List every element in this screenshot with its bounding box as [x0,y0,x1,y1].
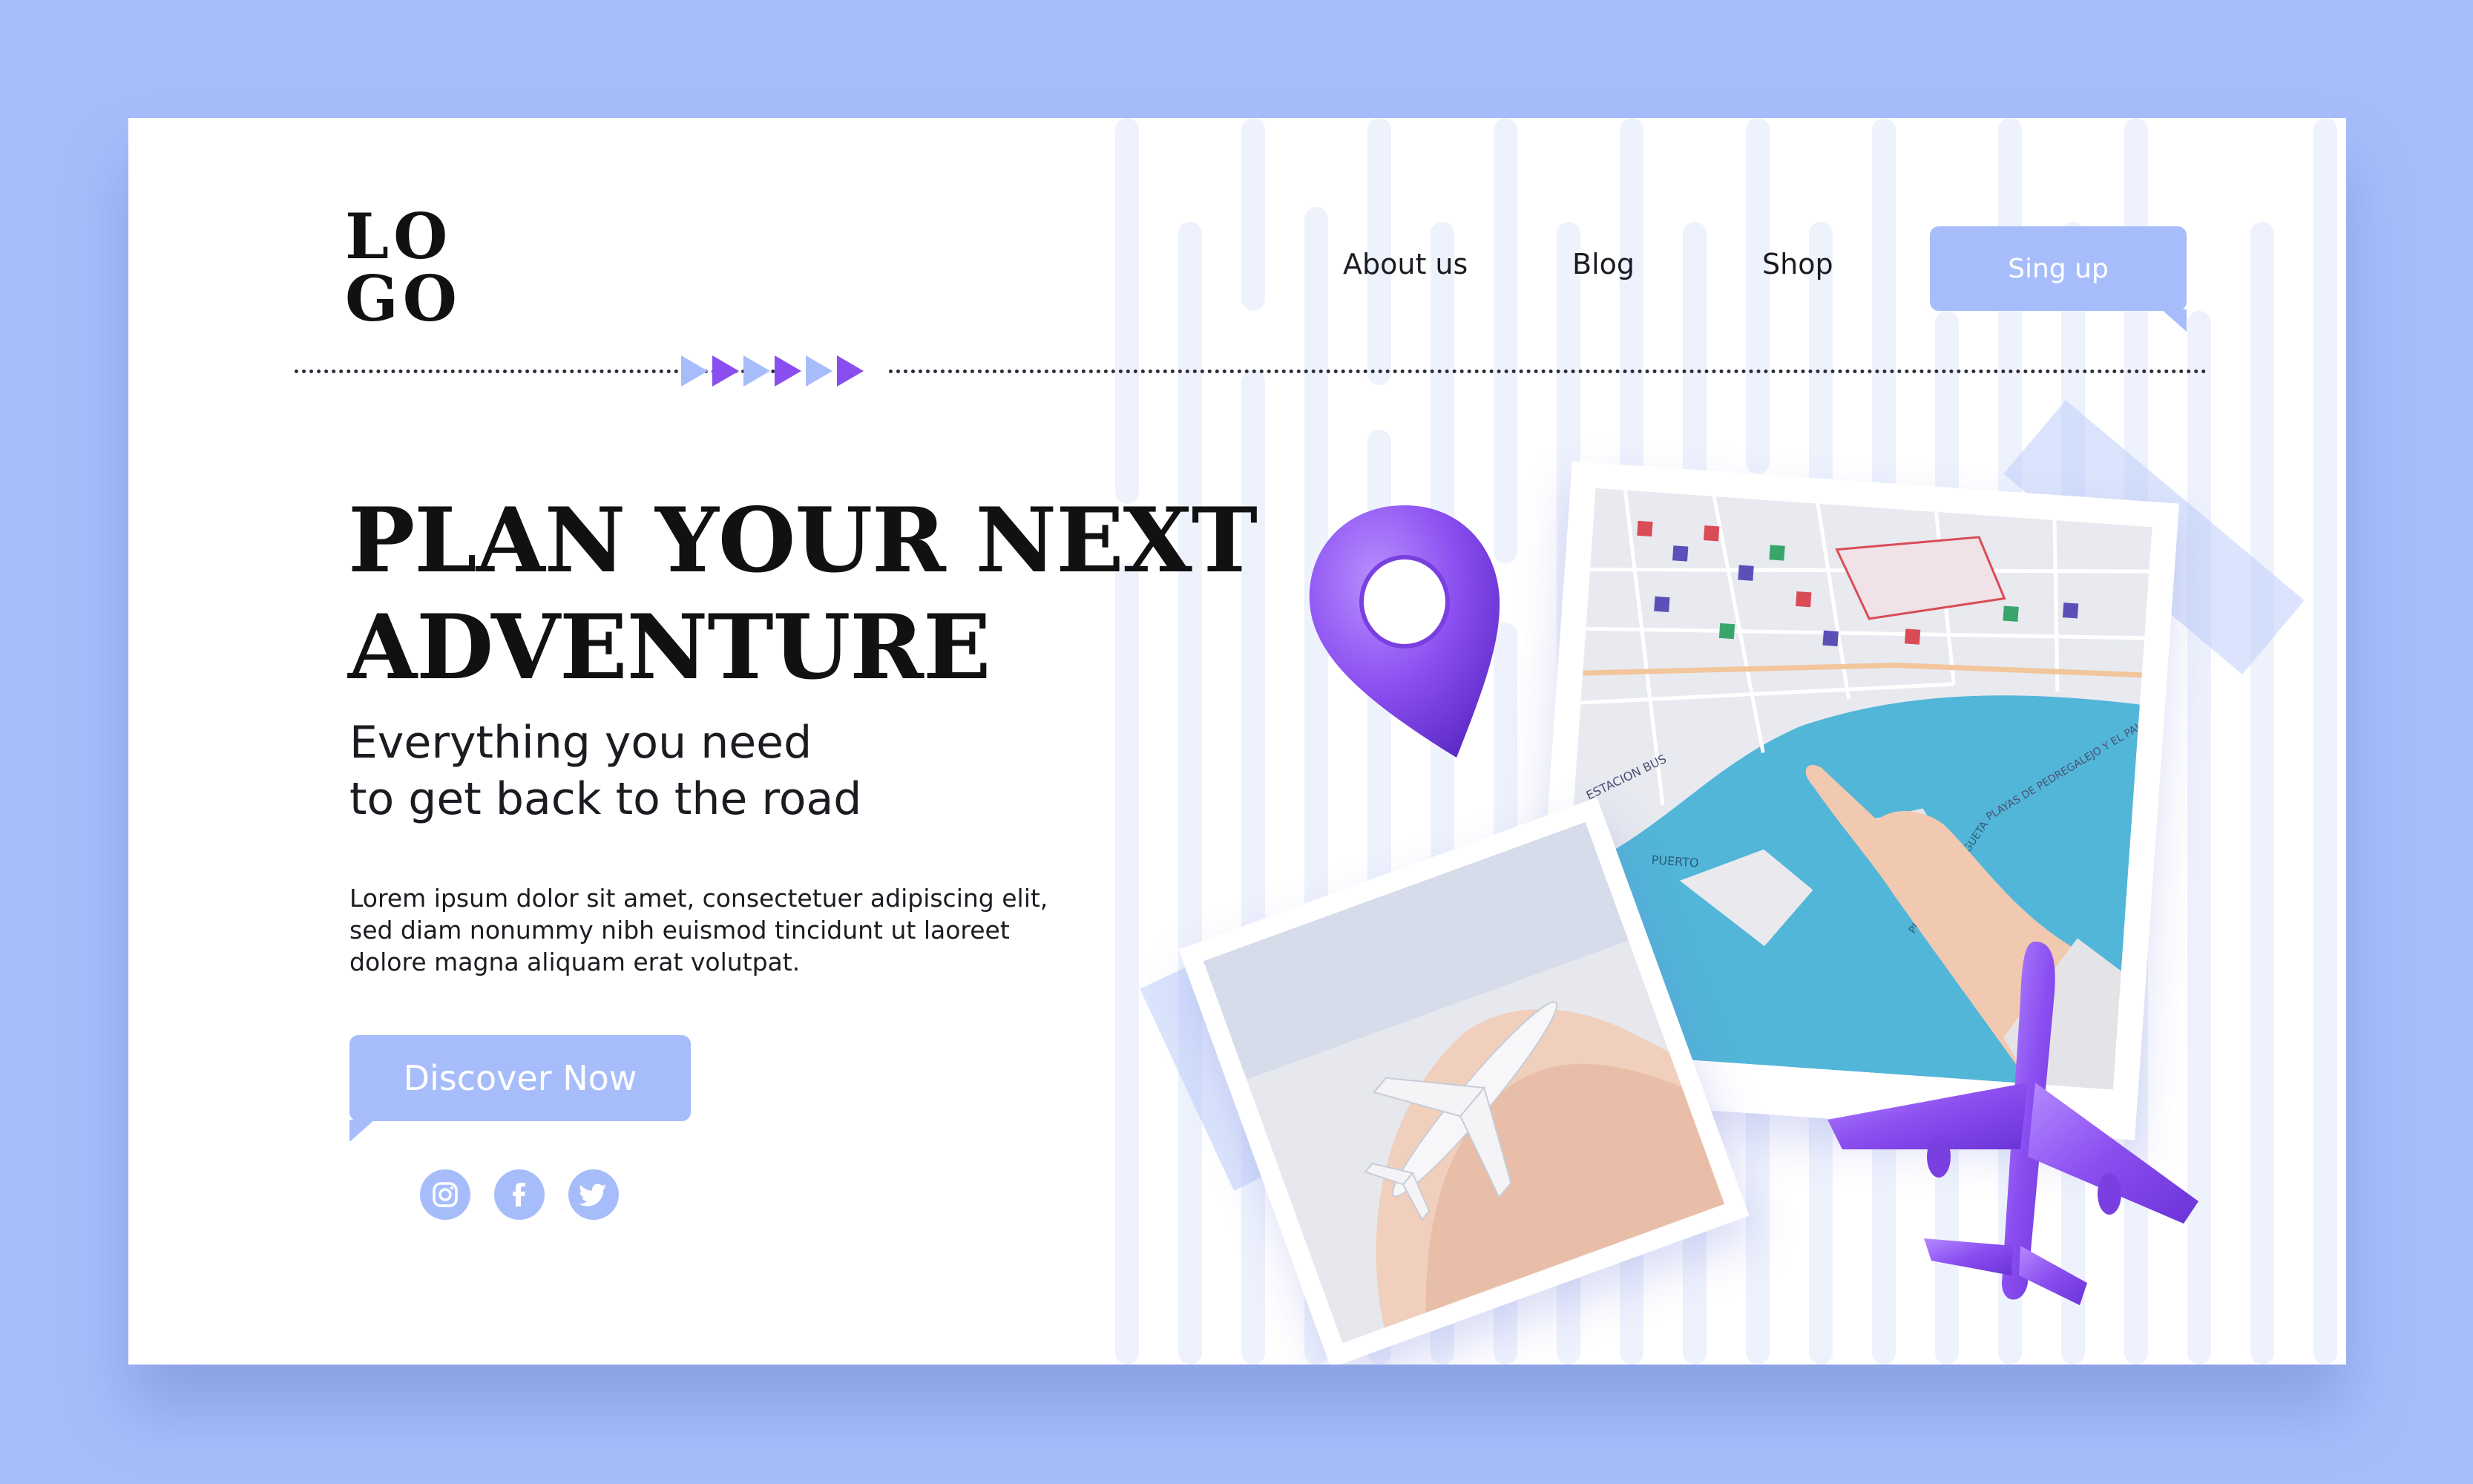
arrows-decoration [681,355,864,387]
location-pin-icon [1309,505,1500,758]
logo-line-2: GO [345,262,462,335]
hero-description: Lorem ipsum dolor sit amet, consectetuer… [349,882,1129,978]
nav-blog[interactable]: Blog [1572,248,1635,280]
nav-about-us[interactable]: About us [1343,248,1468,280]
headline-line-2: ADVENTURE [348,595,991,700]
nav-shop[interactable]: Shop [1762,248,1833,280]
landing-card: LO GO About us Blog Shop Sing up PLAN YO… [128,118,2346,1365]
subheading-line-2: to get back to the road [349,773,862,825]
logo[interactable]: LO GO [345,206,471,330]
twitter-icon[interactable] [568,1169,619,1220]
description-line-3: dolore magna aliquam erat volutpat. [349,948,801,976]
dotted-divider-right [889,370,2207,373]
airplane-icon [1827,942,2198,1305]
description-line-1: Lorem ipsum dolor sit amet, consectetuer… [349,884,1048,913]
instagram-icon[interactable] [420,1169,470,1220]
discover-now-button[interactable]: Discover Now [349,1035,691,1142]
description-line-2: sed diam nonummy nibh euismod tincidunt … [349,916,1010,945]
subheading-line-1: Everything you need [349,717,812,769]
facebook-icon[interactable] [494,1169,545,1220]
logo-line-1: LO [345,200,453,273]
hero-headline: PLAN YOUR NEXT ADVENTURE [348,487,1313,701]
headline-line-1: PLAN YOUR NEXT [348,488,1258,593]
hero-subheading: Everything you need to get back to the r… [349,715,1166,827]
signup-button[interactable]: Sing up [1930,226,2187,332]
